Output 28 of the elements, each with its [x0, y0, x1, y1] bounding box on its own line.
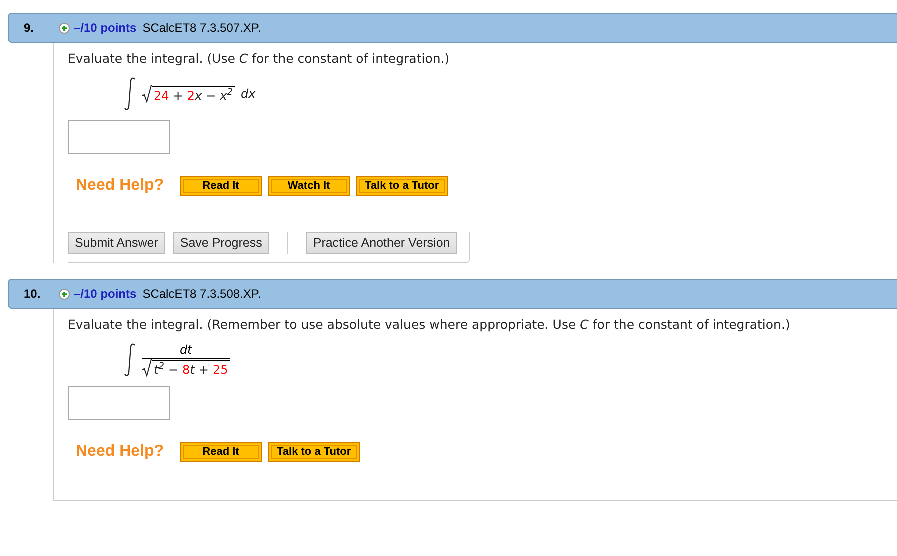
integral-sign-icon [124, 77, 136, 111]
need-help-label: Need Help? [76, 443, 164, 461]
practice-button[interactable]: Practice Another Version [306, 232, 458, 254]
help-button[interactable]: Talk to a Tutor [268, 442, 360, 462]
question-source: SCalcET8 7.3.508.XP. [142, 287, 262, 301]
integral-sign-icon [124, 343, 136, 377]
help-button[interactable]: Read It [180, 176, 262, 196]
answer-field[interactable] [68, 386, 170, 420]
radical-sign-icon [142, 359, 152, 377]
answer-field[interactable] [68, 120, 170, 154]
help-button[interactable]: Talk to a Tutor [356, 176, 448, 196]
question-number: 9. [23, 21, 36, 35]
integral-expression: dt t$^{2}$ − 8t + 25 [142, 343, 230, 377]
points-label: –/10 points [74, 287, 137, 301]
help-button[interactable]: Read It [180, 442, 262, 462]
integral-expression: 24 + 2x − x$^{2}$ dx [142, 85, 256, 103]
question-source: SCalcET8 7.3.507.XP. [142, 21, 262, 35]
question-number: 10. [23, 287, 42, 301]
action-button[interactable]: Save Progress [173, 232, 270, 254]
radical-sign-icon [142, 85, 152, 103]
plus-icon[interactable] [59, 22, 70, 34]
help-button[interactable]: Watch It [268, 176, 350, 196]
question-prompt: Evaluate the integral. (Use C for the constant of integration.) [68, 51, 451, 66]
plus-icon[interactable] [59, 288, 70, 300]
need-help-label: Need Help? [76, 177, 164, 195]
points-label: –/10 points [74, 21, 137, 35]
question-prompt: Evaluate the integral. (Remember to use absolute values where appropriate. Use C for the constant of integration.) [68, 317, 792, 332]
action-button[interactable]: Submit Answer [68, 232, 166, 254]
